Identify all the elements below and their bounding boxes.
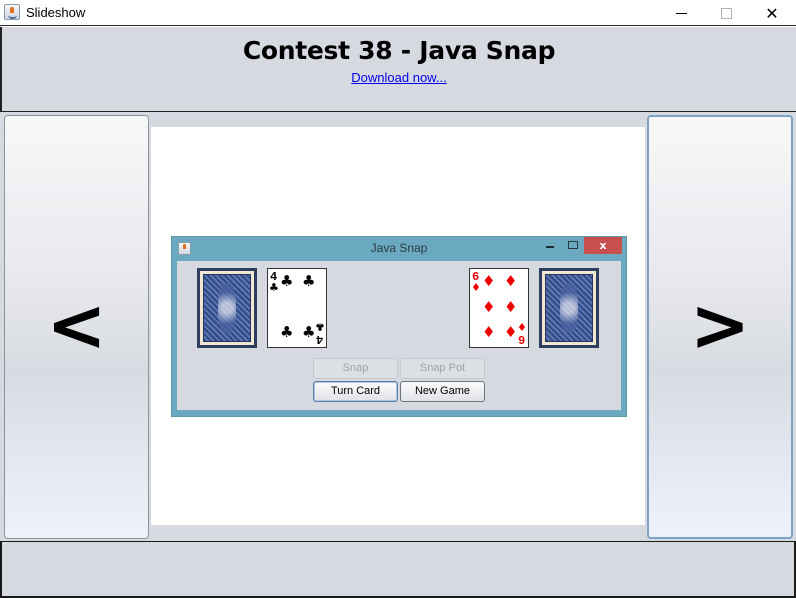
- card-back-pattern: [545, 274, 593, 342]
- diamond-icon: ♦: [504, 298, 518, 316]
- diamond-icon: ♦: [517, 320, 527, 333]
- snap-pot-button[interactable]: Snap Pot: [400, 358, 485, 379]
- snap-button[interactable]: Snap: [313, 358, 398, 379]
- club-icon: ♣: [302, 272, 316, 290]
- club-icon: ♣: [315, 320, 325, 333]
- diamond-icon: ♦: [471, 281, 481, 294]
- opponent-deck-card-back: [539, 268, 599, 348]
- slide-image: Java Snap x 4 ♣ ♣ ♣ ♣ ♣ ♣ 4 6 ♦ ♦ ♦ ♦ ♦ …: [151, 127, 645, 525]
- window-titlebar: Slideshow ✕: [0, 0, 796, 26]
- diamond-icon: ♦: [482, 323, 496, 341]
- slide-title: Contest 38 - Java Snap: [242, 36, 556, 65]
- turn-card-button[interactable]: Turn Card: [313, 381, 398, 402]
- diamond-icon: ♦: [482, 298, 496, 316]
- new-game-button[interactable]: New Game: [400, 381, 485, 402]
- card-back-pattern: [203, 274, 251, 342]
- java-snap-window: Java Snap x 4 ♣ ♣ ♣ ♣ ♣ ♣ 4 6 ♦ ♦ ♦ ♦ ♦ …: [171, 236, 627, 417]
- maximize-icon: [568, 241, 578, 249]
- minimize-button[interactable]: [658, 0, 704, 26]
- diamond-icon: ♦: [482, 272, 496, 290]
- club-icon: ♣: [280, 272, 294, 290]
- minimize-icon: [546, 246, 554, 248]
- next-button[interactable]: >: [647, 115, 793, 539]
- player-card-4-clubs: 4 ♣ ♣ ♣ ♣ ♣ ♣ 4: [267, 268, 327, 348]
- java-icon: [4, 4, 20, 20]
- header-panel: Contest 38 - Java Snap Download now...: [0, 27, 796, 112]
- diamond-icon: ♦: [504, 272, 518, 290]
- club-icon: ♣: [269, 281, 279, 294]
- opponent-card-6-diamonds: 6 ♦ ♦ ♦ ♦ ♦ ♦ ♦ ♦ 6: [469, 268, 529, 348]
- window-title: Slideshow: [26, 5, 86, 20]
- game-panel: 4 ♣ ♣ ♣ ♣ ♣ ♣ 4 6 ♦ ♦ ♦ ♦ ♦ ♦ ♦ ♦ 6 Snap…: [177, 261, 621, 410]
- diamond-icon: ♦: [504, 323, 518, 341]
- close-button[interactable]: ✕: [749, 0, 795, 26]
- club-icon: ♣: [280, 323, 294, 341]
- maximize-button[interactable]: [703, 0, 749, 26]
- card-rank: 6: [518, 332, 526, 346]
- slideshow-area: < Java Snap x 4 ♣ ♣ ♣ ♣ ♣ ♣ 4 6 ♦ ♦ ♦ ♦ …: [0, 112, 796, 541]
- maximize-icon: [720, 7, 732, 19]
- footer-panel: [0, 541, 796, 598]
- java-snap-title: Java Snap: [370, 241, 428, 255]
- previous-button[interactable]: <: [4, 115, 149, 539]
- close-icon: x: [584, 237, 622, 254]
- close-icon: ✕: [765, 3, 779, 23]
- club-icon: ♣: [302, 323, 316, 341]
- player-deck-card-back: [197, 268, 257, 348]
- next-label: >: [689, 283, 751, 367]
- card-rank: 4: [316, 332, 324, 346]
- download-link[interactable]: Download now...: [2, 70, 796, 85]
- previous-label: <: [46, 283, 107, 367]
- minimize-icon: [675, 12, 687, 14]
